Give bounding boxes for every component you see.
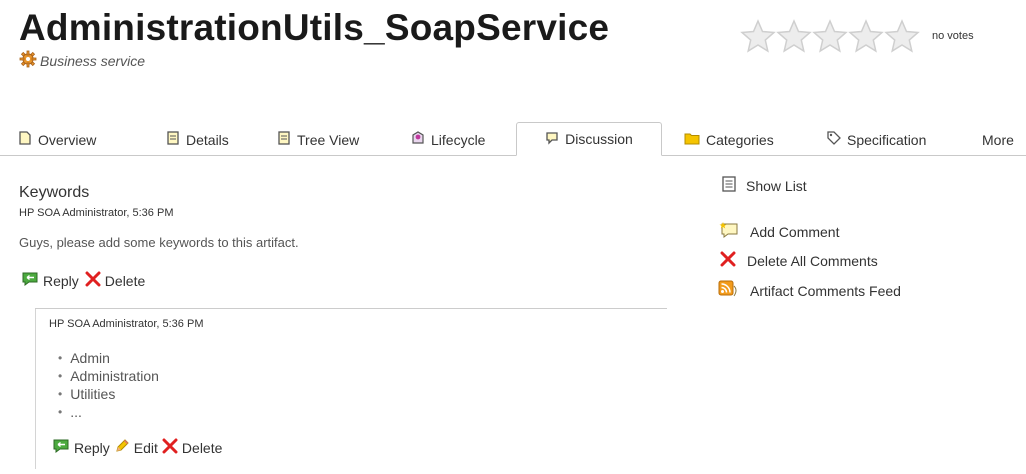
rating-widget[interactable]: no votes	[740, 19, 974, 53]
tree-view-icon	[277, 131, 291, 148]
show-list-button[interactable]: Show List	[722, 176, 807, 195]
post-actions: Reply Delete	[21, 271, 145, 290]
delete-all-label: Delete All Comments	[747, 252, 878, 269]
delete-icon	[162, 438, 178, 457]
comments-feed-button[interactable]: Artifact Comments Feed	[718, 280, 901, 301]
tab-more[interactable]: More	[982, 124, 1014, 155]
reply-divider	[35, 308, 667, 309]
tab-label: Details	[186, 131, 229, 148]
discussion-topic-title: Keywords	[19, 184, 90, 201]
star-icon[interactable]	[848, 19, 884, 53]
delete-icon	[719, 251, 737, 270]
delete-label: Delete	[181, 439, 223, 456]
tag-icon	[827, 131, 841, 148]
feed-label: Artifact Comments Feed	[750, 282, 901, 299]
tab-label: Specification	[847, 131, 927, 148]
folder-icon	[684, 131, 700, 148]
reply-author-time: HP SOA Administrator, 5:36 PM	[49, 318, 204, 330]
add-comment-button[interactable]: Add Comment	[718, 221, 839, 242]
post-text: Guys, please add some keywords to this a…	[19, 235, 299, 250]
star-icon[interactable]	[812, 19, 848, 53]
delete-all-comments-button[interactable]: Delete All Comments	[719, 251, 878, 270]
reply-icon	[52, 438, 70, 457]
reply-icon	[21, 271, 39, 290]
tab-discussion[interactable]: Discussion	[516, 122, 662, 156]
show-list-label: Show List	[746, 177, 807, 194]
reply-label: Reply	[74, 439, 110, 456]
list-item: ...	[58, 403, 159, 421]
list-icon	[722, 176, 736, 195]
tab-label: Tree View	[297, 131, 360, 148]
reply-label: Reply	[43, 272, 79, 289]
add-comment-icon	[718, 221, 740, 242]
document-icon	[18, 131, 32, 148]
keyword-list: Admin Administration Utilities ...	[58, 349, 159, 421]
delete-icon	[85, 271, 101, 290]
tab-label: Lifecycle	[431, 131, 486, 148]
lifecycle-icon	[411, 131, 425, 148]
star-icon[interactable]	[776, 19, 812, 53]
tabs-divider	[0, 155, 1026, 156]
tab-lifecycle[interactable]: Lifecycle	[411, 124, 485, 155]
delete-button[interactable]: Delete	[85, 271, 145, 290]
delete-label: Delete	[104, 272, 146, 289]
reply-actions: Reply Edit Delete	[52, 438, 222, 457]
tab-label: More	[982, 131, 1014, 148]
artifact-type-label: Business service	[40, 52, 146, 69]
list-item: Utilities	[58, 385, 159, 403]
post-author-time: HP SOA Administrator, 5:36 PM	[19, 207, 174, 219]
reply-button[interactable]: Reply	[21, 271, 79, 290]
tab-overview[interactable]: Overview	[18, 124, 96, 155]
comment-icon	[545, 131, 559, 148]
details-icon	[166, 131, 180, 148]
list-item: Administration	[58, 367, 159, 385]
artifact-type: Business service	[19, 50, 145, 71]
add-comment-label: Add Comment	[750, 223, 840, 240]
reply-indent-bar	[35, 309, 36, 469]
gear-icon	[19, 50, 37, 71]
pencil-icon	[114, 438, 130, 457]
tab-specification[interactable]: Specification	[827, 124, 926, 155]
tab-label: Categories	[706, 131, 774, 148]
reply-button[interactable]: Reply	[52, 438, 110, 457]
tab-label: Overview	[38, 131, 97, 148]
tab-label: Discussion	[565, 131, 633, 147]
tab-details[interactable]: Details	[166, 124, 229, 155]
delete-button[interactable]: Delete	[162, 438, 222, 457]
page-title: AdministrationUtils_SoapService	[19, 7, 610, 48]
votes-label: no votes	[932, 30, 974, 42]
tab-categories[interactable]: Categories	[684, 124, 774, 155]
list-item: Admin	[58, 349, 159, 367]
edit-label: Edit	[133, 439, 158, 456]
tab-tree-view[interactable]: Tree View	[277, 124, 359, 155]
star-icon[interactable]	[740, 19, 776, 53]
star-icon[interactable]	[884, 19, 920, 53]
edit-button[interactable]: Edit	[114, 438, 158, 457]
rss-feed-icon	[718, 280, 740, 301]
